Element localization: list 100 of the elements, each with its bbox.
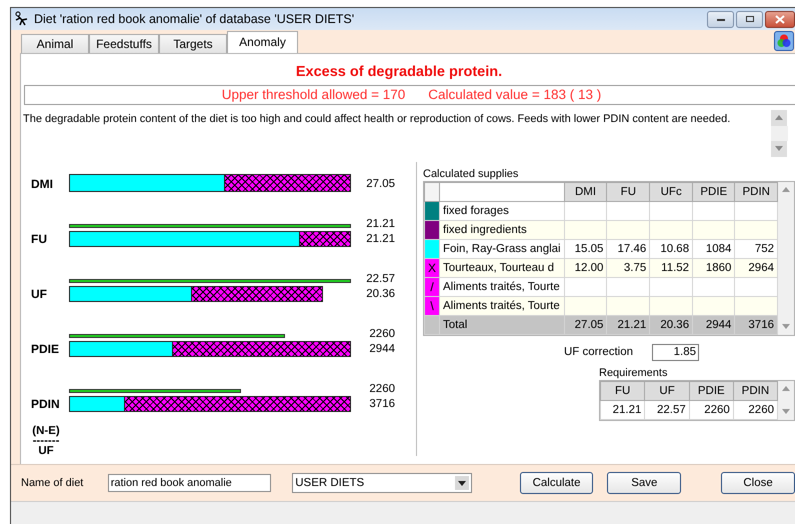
scroll-down-button[interactable] xyxy=(771,140,787,157)
table-cell: fixed forages xyxy=(440,201,564,220)
color-swatch: X xyxy=(425,258,439,277)
ratio-label: UF xyxy=(38,446,54,456)
supply-value: 27.05 xyxy=(366,176,395,192)
table-cell xyxy=(650,220,693,240)
window-title: Diet 'ration red book anomalie' of database 'USER DIETS' xyxy=(34,12,354,26)
color-swatch: \ xyxy=(425,296,439,315)
up-arrow-icon xyxy=(775,115,783,120)
table-cell: 3.75 xyxy=(606,258,650,278)
maximize-button[interactable] xyxy=(736,10,763,28)
tab[interactable]: Anomaly xyxy=(227,30,298,53)
nutrient-label: UF xyxy=(31,286,48,302)
footer-button[interactable]: Close xyxy=(721,472,795,494)
table-cell xyxy=(692,277,735,296)
table-cell: 1860 xyxy=(692,258,735,278)
supply-value: 2944 xyxy=(369,342,395,357)
table-cell: Total xyxy=(440,315,564,334)
tab[interactable]: Feedstuffs xyxy=(89,34,159,53)
table-cell: Aliments traités, Tourte xyxy=(440,277,564,296)
table-cell: Tourteaux, Tourteau d xyxy=(440,258,564,278)
table-cell: 10.68 xyxy=(650,239,693,258)
diet-name-label: Name of diet xyxy=(21,476,84,489)
table-cell: fixed ingredients xyxy=(440,220,564,240)
database-dropdown[interactable]: USER DIETS xyxy=(292,472,472,493)
nutrient-label: PDIE xyxy=(31,342,60,357)
down-arrow-icon xyxy=(775,146,783,152)
table-cell: 2260 xyxy=(689,400,734,420)
supply-value: 20.36 xyxy=(366,286,395,302)
table-cell: 752 xyxy=(734,239,778,258)
minimize-button[interactable] xyxy=(707,10,734,28)
table-cell xyxy=(692,201,735,220)
down-arrow-icon xyxy=(782,324,790,330)
footer-button[interactable]: Calculate xyxy=(520,472,594,494)
supply-value: 3716 xyxy=(369,396,395,412)
table-cell: 2944 xyxy=(692,315,735,334)
close-button[interactable] xyxy=(765,10,795,28)
tab[interactable]: Targets xyxy=(159,34,227,53)
table-cell: Foin, Ray-Grass anglai xyxy=(440,239,564,258)
scroll-up-button[interactable] xyxy=(771,110,787,126)
table-cell xyxy=(606,220,650,240)
table-cell xyxy=(606,296,650,316)
table-cell: 15.05 xyxy=(564,239,607,258)
table-cell xyxy=(564,277,607,296)
supply-value: 21.21 xyxy=(366,232,395,247)
column-header: UF xyxy=(644,381,690,400)
table-cell xyxy=(564,296,607,316)
table-cell: 1084 xyxy=(692,239,735,258)
requirement-value: 22.57 xyxy=(366,272,395,287)
table-title: Requirements xyxy=(599,366,668,380)
table-cell: 12.00 xyxy=(564,258,607,278)
table-cell: 11.52 xyxy=(650,258,693,278)
table-cell: 27.05 xyxy=(564,315,607,334)
table-cell xyxy=(606,201,650,220)
table-cell: Aliments traités, Tourte xyxy=(440,296,564,316)
column-header: PDIE xyxy=(689,381,734,400)
table-cell xyxy=(734,296,778,316)
table-title: Calculated supplies xyxy=(423,168,520,181)
table-cell: 22.57 xyxy=(644,400,690,420)
table-cell: 17.46 xyxy=(606,239,650,258)
nutrient-label: PDIN xyxy=(31,396,61,412)
column-header: PDIE xyxy=(692,182,735,202)
color-wheel-button[interactable] xyxy=(774,30,794,51)
column-header: FU xyxy=(606,182,650,202)
requirement-value: 21.21 xyxy=(366,216,395,232)
requirement-value: 2260 xyxy=(369,382,395,397)
table-cell: 21.21 xyxy=(606,315,650,334)
ratio-label: (N-E) xyxy=(32,426,60,436)
table-cell: 3716 xyxy=(734,315,778,334)
table-cell xyxy=(692,220,735,240)
ratio-label: ------- xyxy=(32,436,60,446)
footer-button[interactable]: Save xyxy=(607,472,682,494)
column-header: UFc xyxy=(650,182,693,202)
up-arrow-icon xyxy=(782,187,790,192)
table-cell xyxy=(692,296,735,316)
table-cell: 2260 xyxy=(733,400,778,420)
table-cell: 2964 xyxy=(734,258,778,278)
tab[interactable]: Animal xyxy=(21,34,89,53)
table-cell xyxy=(650,201,693,220)
table-cell: 20.36 xyxy=(650,315,693,334)
diet-name-field[interactable]: ration red book anomalie xyxy=(108,474,272,492)
anomaly-heading: Excess of degradable protein. xyxy=(294,64,504,80)
nutrient-label: DMI xyxy=(31,176,54,192)
scrollbar-track[interactable] xyxy=(771,126,788,141)
column-header: PDIN xyxy=(734,182,778,202)
table-cell xyxy=(606,277,650,296)
table-cell xyxy=(564,201,607,220)
table-cell xyxy=(734,201,778,220)
uf-correction-label: UF correction xyxy=(564,346,634,358)
nutrient-label: FU xyxy=(31,232,48,247)
uf-correction-field[interactable]: 1.85 xyxy=(652,344,700,361)
table-cell xyxy=(650,277,693,296)
threshold-text: Upper threshold allowed = 170 xyxy=(222,87,406,102)
column-header: FU xyxy=(600,381,645,400)
down-arrow-icon xyxy=(782,409,790,414)
color-swatch: / xyxy=(425,278,439,296)
minimize-icon xyxy=(716,16,726,22)
requirement-value: 2260 xyxy=(369,326,395,342)
figure-icon xyxy=(14,11,30,28)
table-cell xyxy=(564,220,607,240)
